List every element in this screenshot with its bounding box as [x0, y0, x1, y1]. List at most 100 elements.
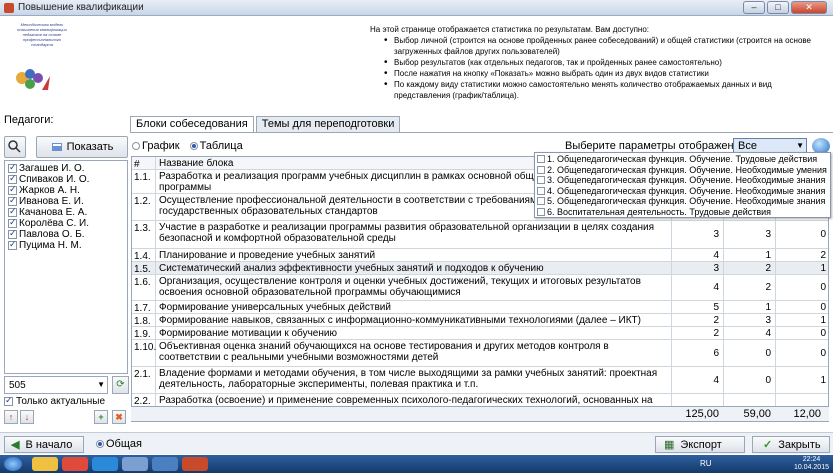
table-row[interactable]: 1.9. Формирование мотивации к обучению 2…: [132, 327, 828, 340]
option-checkbox[interactable]: [537, 176, 545, 185]
export-button[interactable]: ▦ Экспорт: [655, 436, 745, 453]
teachers-list: Загашев И. О. Спиваков И. О. Жарков А. Н…: [4, 160, 128, 374]
tab-interview-blocks[interactable]: Блоки собеседования: [130, 116, 254, 133]
general-option[interactable]: Общая: [96, 438, 142, 450]
general-radio[interactable]: [96, 440, 104, 448]
tab-strip: Блоки собеседования Темы для переподгото…: [130, 116, 402, 133]
table-row[interactable]: 1.8. Формирование навыков, связанных с и…: [132, 314, 828, 327]
params-option[interactable]: 2. Общепедагогическая функция. Обучение.…: [537, 165, 828, 176]
table-row[interactable]: 1.4. Планирование и проведение учебных з…: [132, 249, 828, 262]
params-option[interactable]: 4. Общепедагогическая функция. Обучение.…: [537, 186, 828, 197]
info-panel: На этой странице отображается статистика…: [370, 24, 830, 101]
teacher-item[interactable]: Загашев И. О.: [8, 162, 124, 174]
refresh-icon: ⟳: [116, 379, 125, 390]
delete-icon: ✖: [115, 412, 123, 422]
params-option[interactable]: 1. Общепедагогическая функция. Обучение.…: [537, 154, 828, 165]
teacher-item[interactable]: Жарков А. Н.: [8, 184, 124, 196]
teacher-checkbox[interactable]: [8, 173, 17, 184]
teacher-checkbox[interactable]: [8, 184, 17, 195]
teacher-checkbox[interactable]: [8, 195, 17, 206]
bottom-bar: ◀ В начало Общая ▦ Экспорт ✓ Закрыть: [0, 432, 833, 454]
teacher-item[interactable]: Павлова О. Б.: [8, 228, 124, 240]
teacher-item[interactable]: Качанова Е. А.: [8, 206, 124, 218]
chevron-down-icon: ▼: [97, 380, 105, 389]
start-menu-icon[interactable]: [4, 457, 22, 471]
totals-row: 125,00 59,00 12,00: [131, 406, 829, 421]
count-combo[interactable]: 505 ▼: [4, 376, 108, 394]
params-dropdown: 1. Общепедагогическая функция. Обучение.…: [534, 152, 831, 218]
teacher-item[interactable]: Пуцима Н. М.: [8, 239, 124, 251]
mode-table-radio[interactable]: [189, 142, 198, 151]
show-button[interactable]: Показать: [36, 136, 128, 158]
option-checkbox[interactable]: [537, 186, 545, 195]
teacher-checkbox[interactable]: [8, 217, 17, 228]
qualification-app-icon[interactable]: [182, 457, 208, 471]
mode-chart-radio[interactable]: [132, 142, 140, 151]
teacher-checkbox[interactable]: [8, 239, 17, 250]
params-option[interactable]: 6. Воспитательная деятельность. Трудовые…: [537, 207, 828, 218]
sort-down-button[interactable]: ↓: [20, 410, 34, 424]
media-icon[interactable]: [152, 457, 178, 471]
total-v2: 59,00: [743, 408, 771, 420]
add-button[interactable]: +: [94, 410, 108, 424]
arrow-left-icon: ◀: [11, 439, 20, 451]
clock[interactable]: 22:24 10.04.2015: [794, 456, 829, 472]
sort-up-icon: ↑: [8, 412, 14, 422]
mode-table-option[interactable]: Таблица: [189, 140, 243, 152]
only-actual-option[interactable]: Только актуальные: [4, 395, 105, 407]
close-button[interactable]: ✓ Закрыть: [752, 436, 830, 453]
mode-chart-option[interactable]: График: [132, 140, 180, 152]
search-button[interactable]: [4, 136, 26, 158]
option-checkbox[interactable]: [537, 155, 545, 164]
params-option[interactable]: 3. Общепедагогическая функция. Обучение.…: [537, 175, 828, 186]
logo-flower-icon: [16, 69, 50, 90]
header-num: #: [132, 157, 156, 170]
view-mode: График Таблица: [132, 140, 243, 152]
table-row[interactable]: 1.6. Организация, осуществление контроля…: [132, 275, 828, 301]
app-icon: [4, 3, 14, 13]
table-row[interactable]: 1.10. Объективная оценка знаний обучающи…: [132, 340, 828, 367]
teacher-item[interactable]: Спиваков И. О.: [8, 173, 124, 185]
show-icon: [51, 143, 62, 151]
minimize-button[interactable]: –: [743, 1, 765, 14]
tab-retraining-topics[interactable]: Темы для переподготовки: [255, 116, 401, 132]
info-bullet: После нажатия на кнопку «Показать» можно…: [384, 68, 830, 79]
teachers-label: Педагоги:: [4, 114, 54, 126]
sort-down-icon: ↓: [24, 412, 30, 422]
params-option[interactable]: 5. Общепедагогическая функция. Обучение.…: [537, 196, 828, 207]
teacher-item[interactable]: Иванова Е. И.: [8, 195, 124, 207]
app-icon[interactable]: [122, 457, 148, 471]
checkmark-icon: ✓: [763, 439, 773, 451]
sort-up-button[interactable]: ↑: [4, 410, 18, 424]
start-button[interactable]: ◀ В начало: [4, 436, 84, 453]
table-row[interactable]: 1.7. Формирование универсальных учебных …: [132, 301, 828, 314]
browser-icon[interactable]: [62, 457, 88, 471]
params-label: Выберите параметры отображения :: [565, 140, 752, 152]
refresh-button[interactable]: ⟳: [112, 376, 129, 394]
teacher-checkbox[interactable]: [8, 206, 17, 217]
info-bullet: По каждому виду статистики можно самосто…: [384, 79, 830, 101]
window-titlebar: Повышение квалификации – □ ✕: [0, 0, 833, 16]
only-actual-checkbox[interactable]: [4, 395, 13, 406]
option-checkbox[interactable]: [537, 207, 545, 216]
explorer-icon[interactable]: [32, 457, 58, 471]
logo: Методическая модель повышения квалификац…: [6, 22, 126, 100]
ie-icon[interactable]: [92, 457, 118, 471]
language-indicator[interactable]: RU: [700, 459, 712, 468]
show-button-label: Показать: [66, 141, 114, 153]
info-bullet: Выбор личной (строится на основе пройден…: [384, 35, 830, 57]
maximize-button[interactable]: □: [767, 1, 789, 14]
teacher-item[interactable]: Королёва С. И.: [8, 217, 124, 229]
delete-button[interactable]: ✖: [112, 410, 126, 424]
total-v1: 125,00: [685, 408, 719, 420]
teacher-checkbox[interactable]: [8, 228, 17, 239]
option-checkbox[interactable]: [537, 165, 545, 174]
option-checkbox[interactable]: [537, 197, 545, 206]
table-row[interactable]: 1.5. Систематический анализ эффективност…: [132, 262, 828, 275]
export-icon: ▦: [664, 439, 675, 451]
close-window-button[interactable]: ✕: [791, 1, 827, 14]
teacher-checkbox[interactable]: [8, 162, 17, 173]
table-row[interactable]: 1.3. Участие в разработке и реализации п…: [132, 221, 828, 249]
chevron-down-icon: ▼: [796, 141, 804, 150]
table-row[interactable]: 2.1. Владение формами и методами обучени…: [132, 367, 828, 394]
